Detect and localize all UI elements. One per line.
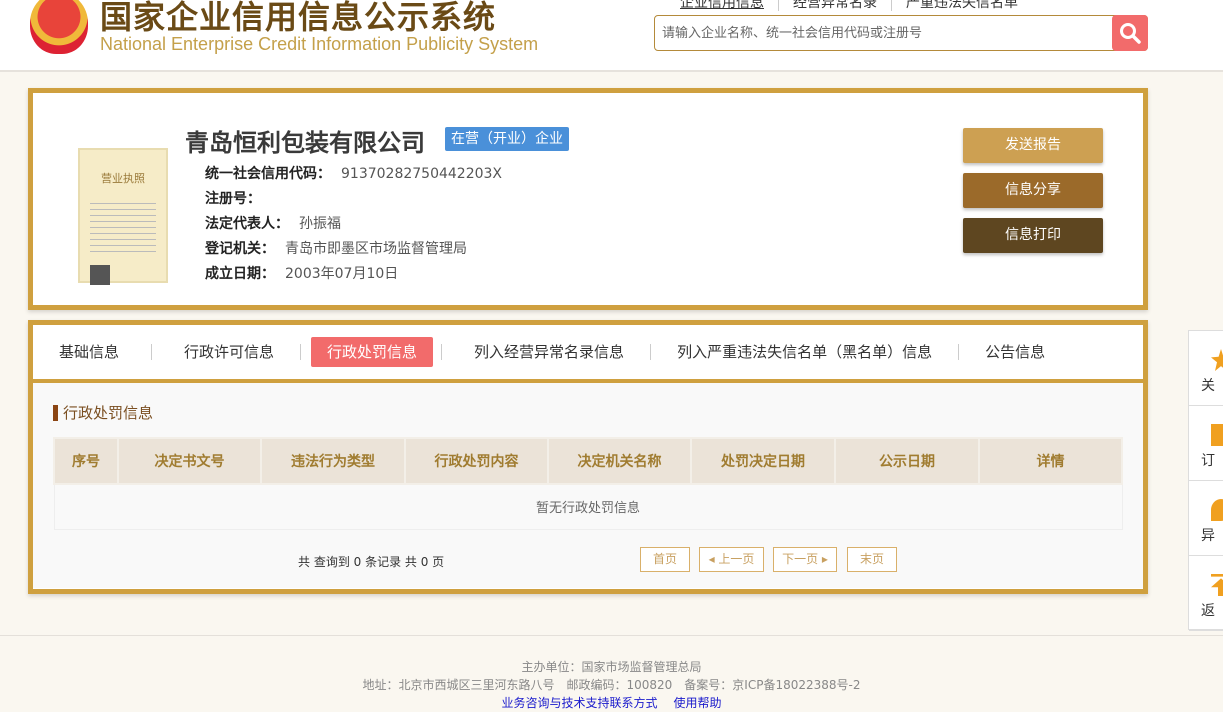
status-badge: 在营（开业）企业: [445, 127, 569, 151]
share-button[interactable]: 信息分享: [963, 173, 1103, 208]
nav-blacklist[interactable]: 严重违法失信名单: [891, 0, 1032, 11]
side-follow-button[interactable]: 关: [1189, 331, 1223, 406]
pagination-summary: 共 查询到 0 条记录 共 0 页: [298, 555, 445, 569]
top-nav: 企业信用信息 经营异常名录 严重违法失信名单: [656, 0, 1032, 11]
table-row: 暂无行政处罚信息: [53, 483, 1123, 530]
last-page-button[interactable]: 末页: [847, 547, 897, 572]
footer-sponsor: 主办单位：国家市场监督管理总局: [521, 660, 702, 674]
penalty-card: 基础信息 行政许可信息 行政处罚信息 列入经营异常名录信息 列入严重违法失信名单…: [28, 320, 1148, 594]
col-authority: 决定机关名称: [547, 437, 692, 485]
divider: [650, 344, 652, 360]
nav-credit-info[interactable]: 企业信用信息: [656, 0, 778, 11]
side-report-button[interactable]: 异: [1189, 481, 1223, 556]
section-title: 行政处罚信息: [53, 405, 153, 421]
col-publish-date: 公示日期: [834, 437, 980, 485]
flag-icon: [1211, 424, 1223, 446]
col-decision-date: 处罚决定日期: [690, 437, 836, 485]
divider: [441, 344, 443, 360]
print-button[interactable]: 信息打印: [963, 218, 1103, 253]
company-name: 青岛恒利包装有限公司: [185, 129, 425, 157]
search-icon: [1120, 23, 1141, 44]
star-icon: [1211, 349, 1223, 371]
field-authority: 登记机关： 青岛市即墨区市场监督管理局: [205, 241, 467, 257]
field-reg-no: 注册号：: [205, 191, 261, 207]
side-back-top-button[interactable]: 返: [1189, 556, 1223, 631]
side-float-panel: 关 订 异 返: [1188, 330, 1223, 631]
site-subtitle: National Enterprise Credit Information P…: [100, 34, 539, 54]
field-established: 成立日期： 2003年07月10日: [205, 266, 399, 282]
header: 国家企业信用信息公示系统 National Enterprise Credit …: [0, 0, 1223, 72]
tab-penalty[interactable]: 行政处罚信息: [311, 337, 434, 367]
tab-basic[interactable]: 基础信息: [49, 337, 129, 367]
divider: [151, 344, 153, 360]
support-contact-link[interactable]: 业务咨询与技术支持联系方式: [501, 696, 657, 710]
tab-announcement[interactable]: 公告信息: [975, 337, 1055, 367]
tab-blacklist[interactable]: 列入严重违法失信名单（黑名单）信息: [667, 337, 942, 367]
penalty-content: 行政处罚信息 序号 决定书文号 违法行为类型 行政处罚内容 决定机关名称 处罚决…: [33, 383, 1143, 588]
col-penalty-content: 行政处罚内容: [404, 437, 549, 485]
col-index: 序号: [53, 437, 119, 485]
tab-abnormal[interactable]: 列入经营异常名录信息: [464, 337, 634, 367]
national-emblem-logo: [30, 0, 88, 54]
site-title: 国家企业信用信息公示系统: [100, 0, 497, 36]
next-page-button[interactable]: 下一页 ▸: [773, 547, 837, 572]
penalty-table: 序号 决定书文号 违法行为类型 行政处罚内容 决定机关名称 处罚决定日期 公示日…: [53, 437, 1123, 530]
comment-icon: [1211, 499, 1223, 521]
divider: [300, 344, 302, 360]
footer-address: 地址：北京市西城区三里河东路八号 邮政编码：100820 备案号：京ICP备18…: [362, 678, 861, 692]
send-report-button[interactable]: 发送报告: [963, 128, 1103, 163]
footer: 主办单位：国家市场监督管理总局 地址：北京市西城区三里河东路八号 邮政编码：10…: [0, 635, 1223, 710]
empty-message: 暂无行政处罚信息: [53, 483, 1123, 530]
business-license-image: 营业执照: [78, 148, 168, 285]
search-box: [654, 15, 1148, 51]
side-subscribe-button[interactable]: 订: [1189, 406, 1223, 481]
col-details: 详情: [978, 437, 1123, 485]
prev-page-button[interactable]: ◂ 上一页: [699, 547, 764, 572]
help-link[interactable]: 使用帮助: [674, 696, 722, 710]
tab-license[interactable]: 行政许可信息: [174, 337, 284, 367]
company-card: 营业执照 青岛恒利包装有限公司 在营（开业）企业 统一社会信用代码： 913702…: [28, 88, 1148, 310]
table-header-row: 序号 决定书文号 违法行为类型 行政处罚内容 决定机关名称 处罚决定日期 公示日…: [53, 437, 1123, 485]
col-doc-no: 决定书文号: [117, 437, 262, 485]
nav-abnormal-list[interactable]: 经营异常名录: [778, 0, 891, 11]
field-legal-rep: 法定代表人： 孙振福: [205, 216, 341, 232]
arrow-up-icon: [1211, 574, 1223, 596]
first-page-button[interactable]: 首页: [640, 547, 690, 572]
search-input[interactable]: [655, 16, 1110, 50]
search-button[interactable]: [1112, 15, 1148, 51]
license-label: 营业执照: [101, 172, 145, 185]
divider: [958, 344, 960, 360]
field-credit-code: 统一社会信用代码： 91370282750442203X: [205, 166, 503, 182]
tab-bar: 基础信息 行政许可信息 行政处罚信息 列入经营异常名录信息 列入严重违法失信名单…: [33, 325, 1143, 383]
col-violation-type: 违法行为类型: [260, 437, 406, 485]
